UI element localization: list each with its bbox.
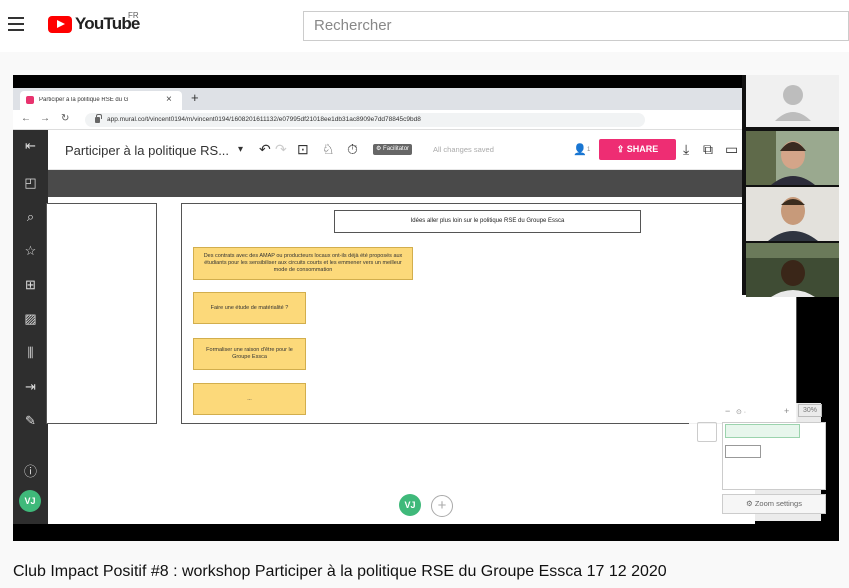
new-tab-icon[interactable]: + [191,90,199,105]
lock-icon [95,114,102,123]
forward-arrow-icon[interactable]: → [40,113,50,124]
download-icon[interactable]: ⤓ [683,141,689,158]
youtube-logo-icon[interactable] [48,16,72,33]
participant-tile [746,75,839,127]
stopwatch-icon[interactable]: ⏱ [347,141,358,158]
tool-rail: ⇤ ◰ ⌕ ☆ ⊞ ▨ ⫼ ⇥ ✎ ⓘ VJ [13,130,48,524]
share-label: SHARE [626,144,659,154]
sticky-note[interactable]: Formaliser une raison d'être pour le Gro… [193,338,306,370]
participant-tile [746,187,839,241]
undo-icon[interactable]: ↶ [259,141,271,158]
upload-icon: ⇪ [616,144,627,154]
minimap-area [725,445,761,458]
facilitator-badge[interactable]: ⚙ Facilitator [373,144,413,155]
zoom-settings-button[interactable]: ⚙ Zoom settings [722,494,826,514]
pen-icon[interactable]: ✎ [22,413,39,428]
comment-icon[interactable]: ▭ [725,141,738,158]
country-code: FR [128,11,139,20]
user-icon[interactable]: 👤 [573,143,587,156]
upload-file-icon[interactable]: ⇥ [22,379,39,394]
zoom-slider[interactable]: ⊙ · [736,408,746,416]
browser-tab[interactable]: Participer à la politique RSE du G × [20,91,182,110]
grid-icon[interactable]: ⊞ [22,277,39,292]
timer-box-icon[interactable]: ⊡ [297,141,309,158]
video-player[interactable]: Participer à la politique RSE du G × + ←… [13,75,839,541]
board-title[interactable]: Participer à la politique RS... [65,143,229,158]
star-icon[interactable]: ☆ [22,243,39,258]
zoom-out-icon[interactable]: − [725,406,730,416]
mural-favicon-icon [26,96,34,104]
browser-tab-strip: Participer à la politique RSE du G × + [13,88,755,110]
left-area [46,203,157,424]
private-mode-icon[interactable]: ♘ [322,141,335,158]
copy-icon[interactable]: ⧉ [703,141,713,158]
url-text: app.mural.co/t/vincent0194/m/vincent0194… [107,116,421,123]
minimap-viewport [725,424,800,438]
url-field[interactable]: app.mural.co/t/vincent0194/m/vincent0194… [85,113,645,127]
participant-tile [746,243,839,297]
search-input[interactable]: Rechercher [303,11,849,41]
gear-icon: ⚙ [746,499,755,508]
reload-icon[interactable]: ↻ [61,113,69,124]
participant-tile [746,131,839,185]
sticky-note[interactable]: ... [193,383,306,415]
shapes-icon[interactable]: ⌕ [22,209,39,224]
participant-video [746,243,839,297]
sticky-note-icon[interactable]: ◰ [22,175,39,190]
zoom-settings-label: Zoom settings [754,499,802,508]
redo-icon[interactable]: ↷ [275,141,287,158]
user-avatar[interactable]: VJ [19,490,41,512]
participant-count: 1 [587,147,591,153]
back-arrow-icon[interactable]: ← [21,113,31,124]
zoom-percent[interactable]: 30% [798,404,822,417]
exit-icon[interactable]: ⇤ [22,138,39,153]
mural-canvas[interactable]: Idées aller plus loin sur le politique R… [46,197,797,524]
minimap[interactable] [722,422,826,490]
collaborator-avatar[interactable]: VJ [399,494,421,516]
saved-status: All changes saved [433,145,494,154]
participants-strip [742,75,839,297]
info-icon[interactable]: ⓘ [22,464,39,479]
sticky-note[interactable]: Des contrats avec des AMAP ou producteur… [193,247,413,280]
menu-icon[interactable] [8,17,24,31]
browser-address-bar: ← → ↻ app.mural.co/t/vincent0194/m/vince… [13,110,755,130]
mural-toolbar: Participer à la politique RS... ▾ ↶ ↷ ⊡ … [13,130,755,170]
video-title: Club Impact Positif #8 : workshop Partic… [13,563,667,580]
zoom-panel: − ⊙ · + 30% ⚙ Zoom settings [689,403,826,521]
share-button[interactable]: ⇪ SHARE [599,139,676,160]
canvas-title-box[interactable]: Idées aller plus loin sur le politique R… [334,210,641,233]
zoom-in-icon[interactable]: + [784,406,789,416]
outline-bar [48,170,755,197]
image-icon[interactable]: ▨ [22,311,39,326]
close-tab-icon[interactable]: × [166,94,172,105]
add-icon[interactable]: + [431,495,453,517]
person-placeholder-icon [775,85,811,121]
participant-video [746,131,839,185]
youtube-header: YouTube FR Rechercher [0,0,849,52]
chevron-down-icon[interactable]: ▾ [238,144,243,155]
participant-video [746,187,839,241]
sticky-note[interactable]: Faire une étude de matérialité ? [193,292,306,324]
shared-screen: Participer à la politique RSE du G × + ←… [13,88,797,524]
browser-tab-title: Participer à la politique RSE du G [39,97,129,103]
library-icon[interactable]: ⫼ [22,345,39,360]
target-icon[interactable] [697,422,717,442]
